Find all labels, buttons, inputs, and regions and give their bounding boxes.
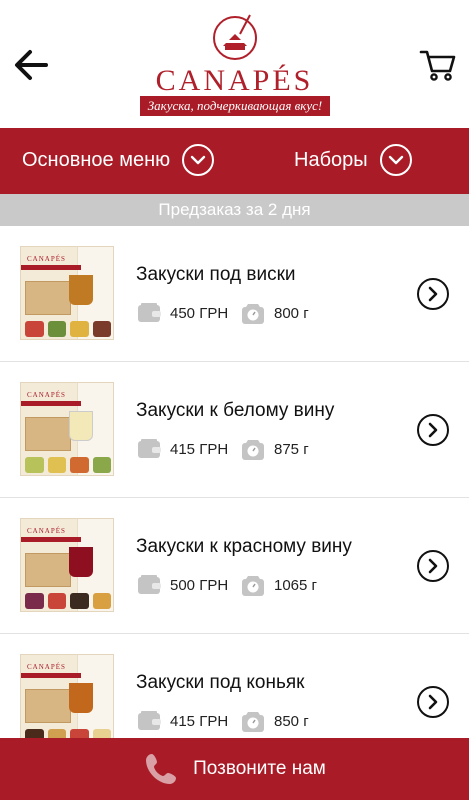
item-weight: 1065 г xyxy=(274,576,318,594)
logo-tagline: Закуска, подчеркивающая вкус! xyxy=(140,96,330,116)
app-header: CANAPÉS Закуска, подчеркивающая вкус! xyxy=(0,0,469,128)
chevron-right-icon[interactable] xyxy=(417,686,449,718)
main-menu-label: Основное меню xyxy=(22,148,171,171)
list-item[interactable]: CANAPÉS Закуски к красному вину 500 ГРН … xyxy=(0,498,469,634)
item-title: Закуски под виски xyxy=(136,264,296,285)
product-thumbnail: CANAPÉS xyxy=(20,382,114,476)
scale-icon xyxy=(240,708,266,734)
sets-label: Наборы xyxy=(294,148,368,171)
scale-icon xyxy=(240,572,266,598)
item-price: 450 ГРН xyxy=(170,304,229,322)
item-meta: 415 ГРН 875 г xyxy=(136,436,309,462)
item-meta: 500 ГРН 1065 г xyxy=(136,572,317,598)
back-button[interactable] xyxy=(10,44,52,86)
scale-icon xyxy=(240,300,266,326)
list-item[interactable]: CANAPÉS Закуски под виски 450 ГРН 800 г xyxy=(0,226,469,362)
wallet-icon xyxy=(136,300,162,326)
logo-mark-icon xyxy=(213,14,257,60)
scale-icon xyxy=(240,436,266,462)
product-thumbnail: CANAPÉS xyxy=(20,654,114,738)
preorder-banner: Предзаказ за 2 дня xyxy=(0,194,469,226)
list-item[interactable]: CANAPÉS Закуски к белому вину 415 ГРН 87… xyxy=(0,362,469,498)
item-title: Закуски к белому вину xyxy=(136,400,335,421)
call-us-label: Позвоните нам xyxy=(193,758,326,779)
chevron-down-icon xyxy=(182,144,215,176)
item-meta: 450 ГРН 800 г xyxy=(136,300,309,326)
item-price: 415 ГРН xyxy=(170,712,229,730)
list-item[interactable]: CANAPÉS Закуски под коньяк 415 ГРН 850 г xyxy=(0,634,469,738)
item-meta: 415 ГРН 850 г xyxy=(136,708,309,734)
logo-name: CANAPÉS xyxy=(155,64,314,97)
chevron-right-icon[interactable] xyxy=(417,550,449,582)
item-price: 415 ГРН xyxy=(170,440,229,458)
sets-dropdown[interactable]: Наборы xyxy=(294,144,412,176)
call-us-button[interactable]: Позвоните нам xyxy=(0,738,469,800)
chevron-down-icon xyxy=(379,144,412,176)
brand-logo: CANAPÉS Закуска, подчеркивающая вкус! xyxy=(0,0,469,128)
product-thumbnail: CANAPÉS xyxy=(20,246,114,340)
chevron-right-icon[interactable] xyxy=(417,414,449,446)
wallet-icon xyxy=(136,436,162,462)
phone-icon xyxy=(146,754,177,784)
wallet-icon xyxy=(136,572,162,598)
category-nav: Основное меню Наборы xyxy=(0,128,469,194)
arrow-left-icon xyxy=(15,50,48,80)
item-title: Закуски под коньяк xyxy=(136,672,305,693)
cart-button[interactable] xyxy=(417,44,459,86)
product-thumbnail: CANAPÉS xyxy=(20,518,114,612)
wallet-icon xyxy=(136,708,162,734)
main-menu-dropdown[interactable]: Основное меню xyxy=(22,144,215,176)
product-list: CANAPÉS Закуски под виски 450 ГРН 800 г … xyxy=(0,226,469,738)
item-weight: 850 г xyxy=(274,712,309,730)
item-title: Закуски к красному вину xyxy=(136,536,352,557)
chevron-right-icon[interactable] xyxy=(417,278,449,310)
cart-icon xyxy=(419,50,456,81)
item-weight: 800 г xyxy=(274,304,309,322)
item-weight: 875 г xyxy=(274,440,309,458)
item-price: 500 ГРН xyxy=(170,576,229,594)
